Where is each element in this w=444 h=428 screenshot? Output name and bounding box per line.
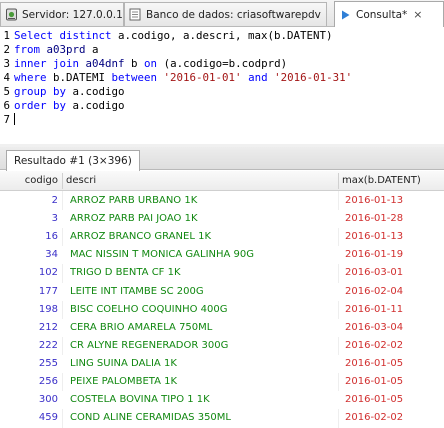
cell-codigo[interactable]: 34 bbox=[0, 246, 58, 264]
cell-codigo[interactable]: 198 bbox=[0, 301, 58, 319]
tab-database[interactable]: Banco de dados: criasoftwarepdv bbox=[124, 2, 327, 26]
tab-strip: Servidor: 127.0.0.1 × Banco de dados: cr… bbox=[0, 0, 444, 27]
table-row[interactable]: 3 ARROZ PARB PAI JOAO 1K 2016-01-28 bbox=[0, 210, 444, 229]
editor-line-3: 3 inner join a04dnf b on (a.codigo=b.codp… bbox=[3, 57, 288, 70]
table-row[interactable]: 255 LING SUINA DALIA 1K 2016-01-05 bbox=[0, 354, 444, 373]
cell-descri[interactable]: BISC COELHO COQUINHO 400G bbox=[70, 301, 338, 319]
cell-descri[interactable]: ARROZ BRANCO GRANEL 1K bbox=[70, 228, 338, 246]
cell-date[interactable]: 2016-02-04 bbox=[345, 283, 442, 301]
cell-date[interactable]: 2016-01-19 bbox=[345, 246, 442, 264]
cell-descri[interactable]: CR ALYNE REGENERADOR 300G bbox=[70, 337, 338, 355]
cell-date[interactable]: 2016-01-11 bbox=[345, 301, 442, 319]
cell-descri[interactable]: ARROZ PARB URBANO 1K bbox=[70, 192, 338, 210]
cell-descri[interactable]: TRIGO D BENTA CF 1K bbox=[70, 264, 338, 282]
cell-descri[interactable]: LEITE INT ITAMBE SC 200G bbox=[70, 283, 338, 301]
cell-codigo[interactable]: 3 bbox=[0, 210, 58, 228]
cell-codigo[interactable]: 177 bbox=[0, 283, 58, 301]
table-row[interactable]: 2 ARROZ PARB URBANO 1K 2016-01-13 bbox=[0, 192, 444, 210]
editor-line-7: 7 bbox=[0, 113, 15, 127]
tab-query[interactable]: Consulta* × bbox=[334, 1, 444, 27]
cell-date[interactable]: 2016-02-02 bbox=[345, 337, 442, 355]
cell-codigo[interactable]: 16 bbox=[0, 228, 58, 246]
table-row[interactable]: 222 CR ALYNE REGENERADOR 300G 2016-02-02 bbox=[0, 337, 444, 355]
cell-date[interactable]: 2016-02-02 bbox=[345, 409, 442, 427]
cell-date[interactable]: 2016-03-01 bbox=[345, 264, 442, 282]
table-row[interactable]: 459 COND ALINE CERAMIDAS 350ML 2016-02-02 bbox=[0, 409, 444, 427]
editor-line-1: 1 Select distinct a.codigo, a.descri, max… bbox=[3, 29, 333, 42]
column-header-codigo[interactable]: codigo bbox=[0, 171, 60, 191]
tab-database-label: Banco de dados: criasoftwarepdv bbox=[146, 8, 321, 21]
cell-date[interactable]: 2016-01-28 bbox=[345, 210, 442, 228]
editor-line-6: 6 order by a.codigo bbox=[3, 99, 125, 112]
cell-descri[interactable]: MAC NISSIN T MONICA GALINHA 90G bbox=[70, 246, 338, 264]
table-row[interactable]: 177 LEITE INT ITAMBE SC 200G 2016-02-04 bbox=[0, 282, 444, 301]
tab-query-label: Consulta* bbox=[356, 8, 408, 21]
cell-codigo[interactable]: 222 bbox=[0, 337, 58, 355]
grid-header: codigo descri max(b.DATENT) bbox=[0, 171, 444, 191]
cell-date[interactable]: 2016-01-05 bbox=[345, 355, 442, 373]
cell-descri[interactable]: COSTELA BOVINA TIPO 1 1K bbox=[70, 391, 338, 409]
sql-editor[interactable]: 1 Select distinct a.codigo, a.descri, max… bbox=[0, 27, 444, 144]
editor-line-2: 2 from a03prd a bbox=[3, 43, 99, 56]
table-row[interactable]: 34 MAC NISSIN T MONICA GALINHA 90G 2016-01… bbox=[0, 246, 444, 265]
table-row[interactable]: 256 PEIXE PALOMBETA 1K 2016-01-05 bbox=[0, 373, 444, 391]
cell-codigo[interactable]: 256 bbox=[0, 373, 58, 391]
editor-line-4: 4 where b.DATEMI between '2016-01-01' and… bbox=[3, 71, 353, 84]
cell-descri[interactable]: PEIXE PALOMBETA 1K bbox=[70, 373, 338, 391]
tab-server[interactable]: Servidor: 127.0.0.1 × bbox=[0, 2, 124, 26]
result-grid[interactable]: codigo descri max(b.DATENT) 2 ARROZ PARB … bbox=[0, 171, 444, 428]
editor-line-5: 5 group by a.codigo bbox=[3, 85, 125, 98]
column-header-descri[interactable]: descri bbox=[66, 171, 336, 191]
database-icon bbox=[128, 8, 142, 22]
column-divider[interactable] bbox=[62, 173, 63, 189]
cell-codigo[interactable]: 459 bbox=[0, 409, 58, 427]
table-row[interactable]: 102 TRIGO D BENTA CF 1K 2016-03-01 bbox=[0, 264, 444, 282]
tab-server-label: Servidor: 127.0.0.1 bbox=[22, 8, 123, 21]
cell-date[interactable]: 2016-01-13 bbox=[345, 228, 442, 246]
cell-codigo[interactable]: 300 bbox=[0, 391, 58, 409]
server-icon bbox=[4, 8, 18, 22]
cell-codigo[interactable]: 255 bbox=[0, 355, 58, 373]
cell-codigo[interactable]: 102 bbox=[0, 264, 58, 282]
result-tab-bar: Resultado #1 (3×396) bbox=[0, 147, 444, 171]
table-row[interactable]: 16 ARROZ BRANCO GRANEL 1K 2016-01-13 bbox=[0, 228, 444, 246]
result-tab[interactable]: Resultado #1 (3×396) bbox=[6, 150, 140, 171]
column-header-max-datent[interactable]: max(b.DATENT) bbox=[342, 171, 442, 191]
cell-descri[interactable]: COND ALINE CERAMIDAS 350ML bbox=[70, 409, 338, 427]
text-caret bbox=[14, 113, 15, 125]
cell-descri[interactable]: CERA BRIO AMARELA 750ML bbox=[70, 319, 338, 337]
result-tab-label: Resultado #1 (3×396) bbox=[14, 155, 132, 167]
query-play-icon bbox=[338, 8, 352, 22]
cell-date[interactable]: 2016-01-05 bbox=[345, 391, 442, 409]
column-divider[interactable] bbox=[338, 173, 339, 189]
table-row[interactable]: 300 COSTELA BOVINA TIPO 1 1K 2016-01-05 bbox=[0, 391, 444, 410]
cell-date[interactable]: 2016-01-05 bbox=[345, 373, 442, 391]
cell-codigo[interactable]: 2 bbox=[0, 192, 58, 210]
cell-codigo[interactable]: 212 bbox=[0, 319, 58, 337]
table-row[interactable]: 212 CERA BRIO AMARELA 750ML 2016-03-04 bbox=[0, 318, 444, 337]
cell-date[interactable]: 2016-01-13 bbox=[345, 192, 442, 210]
close-icon[interactable]: × bbox=[413, 8, 422, 21]
cell-descri[interactable]: LING SUINA DALIA 1K bbox=[70, 355, 338, 373]
cell-descri[interactable]: ARROZ PARB PAI JOAO 1K bbox=[70, 210, 338, 228]
cell-date[interactable]: 2016-03-04 bbox=[345, 319, 442, 337]
table-row[interactable]: 198 BISC COELHO COQUINHO 400G 2016-01-11 bbox=[0, 301, 444, 319]
